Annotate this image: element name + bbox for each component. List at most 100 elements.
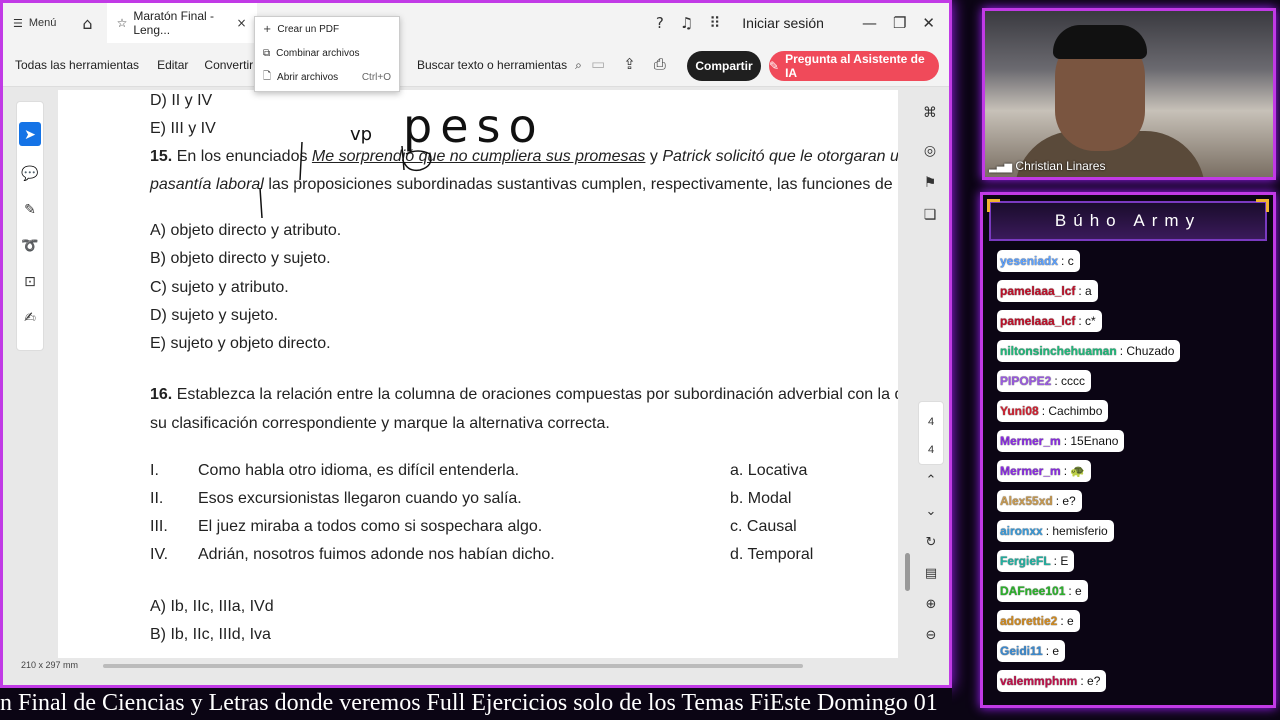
handwriting-annotations: vp peso	[259, 99, 545, 219]
help-icon[interactable]: ?	[656, 14, 664, 32]
row-text: Como habla otro idioma, es difícil enten…	[198, 462, 520, 479]
chevron-up-icon[interactable]: ⌃	[926, 473, 937, 488]
chevron-down-icon[interactable]: ⌄	[926, 504, 937, 519]
question-text: su clasificación correspondiente y marqu…	[150, 415, 610, 432]
sign-icon[interactable]: ✍	[24, 310, 36, 326]
dropdown-item-label: Crear un PDF	[277, 23, 340, 35]
bookmark-icon[interactable]: ⚑	[924, 175, 937, 191]
close-tab-icon[interactable]: ×	[237, 16, 247, 30]
handwriting-vp: vp	[350, 124, 372, 145]
star-icon[interactable]: ☆	[117, 16, 128, 30]
chat-username: yeseniadx	[1000, 254, 1059, 268]
refresh-icon[interactable]: ↻	[926, 535, 937, 550]
question-text: Establezca la relación entre la columna …	[176, 386, 898, 403]
chat-text: : cccc	[1054, 374, 1086, 388]
comment-icon[interactable]: 💬	[21, 166, 38, 182]
chat-message: Mermer_m: 🐢	[997, 460, 1092, 482]
answer-option: E) sujeto y objeto directo.	[150, 335, 331, 352]
convert-menu[interactable]: Convertir	[204, 58, 253, 72]
print-icon[interactable]: ⎙	[654, 55, 666, 73]
dropdown-item-label: Combinar archivos	[276, 47, 360, 59]
answer-option: B) objeto directo y sujeto.	[150, 250, 331, 267]
page-fit-icon[interactable]: ▤	[925, 566, 937, 581]
plus-icon: +	[263, 23, 272, 35]
apps-grid-icon[interactable]: ⠿	[709, 14, 720, 32]
presenter-hair	[1053, 25, 1147, 59]
zoom-in-icon[interactable]: ⊕	[926, 597, 937, 612]
document-tab[interactable]: ☆ Maratón Final - Leng... ×	[106, 3, 257, 43]
create-pdf-item[interactable]: + Crear un PDF	[255, 17, 399, 41]
copy-pages-icon[interactable]: ❏	[924, 207, 937, 223]
chat-message: Alex55xd: e?	[997, 490, 1082, 512]
chat-username: valemmphnm	[1000, 674, 1078, 688]
chat-username: PIPOPE2	[1000, 374, 1052, 388]
current-page: 4	[927, 416, 935, 428]
ai-panel-icon[interactable]: ⌘	[923, 105, 937, 121]
chat-username: Mermer_m	[1000, 434, 1061, 448]
chat-username: pamelaaa_lcf	[1000, 314, 1076, 328]
home-icon[interactable]: ⌂	[82, 14, 92, 33]
handwriting-peso: peso	[403, 99, 545, 153]
ai-sparkle-icon: ✎	[769, 59, 780, 73]
chat-username: Mermer_m	[1000, 464, 1061, 478]
chat-message: Geidi11: e	[997, 640, 1066, 662]
share-button[interactable]: Compartir	[687, 51, 761, 81]
all-tools-menu[interactable]: Todas las herramientas	[15, 58, 139, 72]
answer-option: C) sujeto y atributo.	[150, 279, 289, 296]
chat-text: : E	[1053, 554, 1069, 568]
open-files-item[interactable]: 🗋 Abrir archivos Ctrl+O	[255, 65, 399, 89]
bell-icon[interactable]: ♫	[680, 14, 693, 32]
search-label: Buscar texto o herramientas	[417, 58, 568, 72]
close-window-icon[interactable]: ✕	[922, 14, 935, 32]
create-dropdown: + Crear un PDF ⧉ Combinar archivos 🗋 Abr…	[254, 16, 400, 92]
pdf-app-window: ☰ Menú ⌂ ☆ Maratón Final - Leng... × ? ♫…	[0, 0, 952, 688]
answer-option: A) Ib, IIc, IIIa, IVd	[150, 598, 274, 615]
zoom-out-icon[interactable]: ⊖	[926, 628, 937, 643]
chat-username: DAFnee101	[1000, 584, 1066, 598]
chat-username: Yuni08	[1000, 404, 1039, 418]
row-number: III.	[150, 518, 168, 535]
sign-in-link[interactable]: Iniciar sesión	[742, 15, 824, 31]
chat-username: aironxx	[1000, 524, 1043, 538]
chat-text: : 🐢	[1063, 464, 1086, 478]
chat-message: valemmphnm: e?	[997, 670, 1107, 692]
freehand-draw-icon[interactable]: ➰	[21, 238, 38, 254]
row-number: IV.	[150, 546, 169, 563]
title-bar: ☰ Menú ⌂ ☆ Maratón Final - Leng... × ? ♫…	[3, 3, 949, 43]
chat-text: : e?	[1080, 674, 1101, 688]
combine-files-item[interactable]: ⧉ Combinar archivos	[255, 41, 399, 65]
search-icon: ⌕	[575, 57, 582, 72]
chat-panel: Búho Army yeseniadx: c pamelaaa_lcf: a pam…	[980, 192, 1276, 708]
page-size-label: 210 x 297 mm	[21, 660, 79, 670]
webcam-feed: ▂▄▆ Christian Linares	[982, 8, 1276, 180]
question-number: 16.	[150, 386, 173, 403]
webcam-name-label: ▂▄▆ Christian Linares	[989, 159, 1105, 173]
chat-text: : Chuzado	[1119, 344, 1175, 358]
comment-panel-icon[interactable]: ◎	[924, 143, 936, 159]
row-option: c. Causal	[730, 518, 797, 535]
chat-username: Geidi11	[1000, 644, 1043, 658]
page-number-box[interactable]: 4 4	[918, 401, 944, 465]
main-toolbar: Todas las herramientas Editar Convertir …	[3, 43, 949, 87]
combine-icon: ⧉	[263, 47, 271, 59]
select-cursor-icon[interactable]: ➤	[19, 122, 41, 146]
horizontal-scrollbar[interactable]	[103, 664, 803, 668]
upload-cloud-icon[interactable]: ⇪	[623, 55, 636, 73]
minimize-icon[interactable]: —	[862, 14, 877, 32]
maximize-icon[interactable]: ❐	[893, 14, 906, 32]
pen-icon[interactable]: ✎	[24, 202, 36, 218]
edit-menu[interactable]: Editar	[157, 58, 188, 72]
menu-button[interactable]: ☰ Menú	[3, 17, 56, 30]
answer-option: D) sujeto y sujeto.	[150, 307, 279, 324]
text-select-icon[interactable]: ⊡	[24, 274, 36, 290]
vertical-scrollbar-thumb[interactable]	[905, 553, 910, 591]
chat-text: : e?	[1055, 494, 1076, 508]
chat-username: adorettie2	[1000, 614, 1058, 628]
hamburger-icon: ☰	[13, 16, 23, 30]
ai-assistant-button[interactable]: ✎ Pregunta al Asistente de IA	[769, 51, 939, 81]
chat-message: aironxx: hemisferio	[997, 520, 1114, 542]
tool-search[interactable]: Buscar texto o herramientas ⌕	[417, 43, 582, 87]
save-icon[interactable]: ▭	[591, 55, 605, 73]
chat-username: FergieFL	[1000, 554, 1051, 568]
chat-text: : e	[1060, 614, 1074, 628]
